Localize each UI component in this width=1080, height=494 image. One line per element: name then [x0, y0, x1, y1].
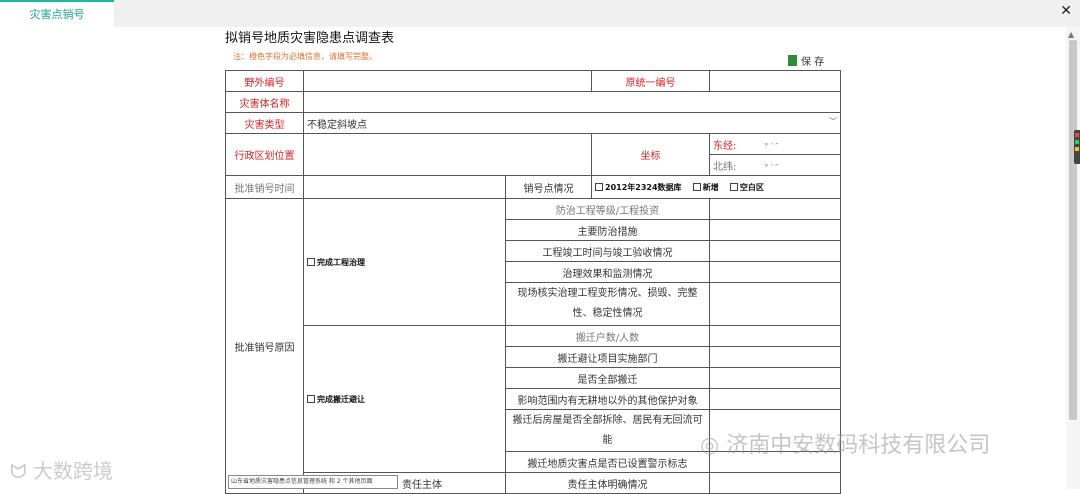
relocation-row-input[interactable]	[709, 472, 841, 494]
cancel-status-label: 销号点情况	[505, 175, 592, 199]
relocation-row-label: 是否全部搬迁	[505, 367, 710, 389]
relocation-row-label: 搬迁地质灾害点是否已设置警示标志	[505, 451, 710, 473]
checkbox-2012-db-label: 2012年2324数据库	[605, 182, 682, 192]
treatment-row-input[interactable]	[709, 198, 841, 220]
hazard-type-select[interactable]: 不稳定斜坡点 ﹀	[303, 112, 841, 134]
unified-no-label: 原统一编号	[591, 70, 710, 92]
taskbar-tooltip: 山东省地质灾害隐患点信息管理系统 和 2 个其他页面	[228, 475, 398, 489]
complete-treatment-label: 完成工程治理	[317, 257, 365, 267]
checkbox-new-label: 新增	[702, 182, 719, 192]
page-title: 拟销号地质灾害隐患点调查表	[225, 31, 395, 46]
checkbox-complete-treatment[interactable]	[307, 257, 315, 266]
relocation-row-input[interactable]	[709, 367, 841, 389]
treatment-row-input[interactable]	[709, 219, 841, 241]
relocation-row-label: 搬迁后房屋是否全部拆除、居民有无回流可能	[505, 409, 710, 452]
east-label: 东经:	[713, 140, 737, 152]
approval-reason-label: 批准销号原因	[225, 198, 304, 494]
field-no-input[interactable]	[303, 70, 592, 92]
north-latitude-field[interactable]: 北纬: ° ′ ″	[709, 154, 841, 176]
checkbox-new[interactable]	[692, 182, 701, 191]
cancel-status-options: 2012年2324数据库 新增 空白区	[591, 175, 841, 199]
hazard-name-label: 灾害体名称	[225, 91, 304, 113]
treatment-row-label: 工程竣工时间与竣工验收情况	[505, 240, 710, 262]
admin-location-label: 行政区划位置	[225, 133, 304, 176]
relocation-row-label: 搬迁户数/人数	[505, 325, 710, 347]
scrollbar-thumb[interactable]	[1069, 40, 1077, 420]
complete-relocation-cell: 完成搬迁避让	[303, 325, 506, 473]
hazard-name-input[interactable]	[303, 91, 841, 113]
brand-logo-icon: ᗢ	[10, 459, 27, 483]
north-dms: ° ′ ″	[764, 162, 779, 172]
side-widget[interactable]	[1074, 130, 1080, 164]
relocation-row-label: 责任主体明确情况	[505, 472, 710, 494]
relocation-row-label: 影响范围内有无耕地以外的其他保护对象	[505, 388, 710, 410]
save-label: 保 存	[801, 57, 825, 68]
save-icon	[788, 55, 797, 66]
relocation-row-input[interactable]	[709, 346, 841, 368]
company-watermark-text: 济南中安数码科技有限公司	[726, 433, 991, 458]
treatment-row-input[interactable]	[709, 282, 841, 326]
checkbox-blank-area-label: 空白区	[739, 182, 764, 192]
brand-watermark: ᗢ 大数跨境	[10, 455, 113, 484]
treatment-row-label: 现场核实治理工程变形情况、损毁、完整性、稳定性情况	[505, 282, 710, 326]
north-label: 北纬:	[713, 161, 737, 173]
scroll-up-icon[interactable]: ▲	[1068, 30, 1074, 39]
tab-bar: 灾害点销号 ✕	[0, 0, 1080, 27]
treatment-row-label: 防治工程等级/工程投资	[505, 198, 710, 220]
brand-watermark-text: 大数跨境	[32, 459, 113, 483]
field-no-label: 野外编号	[225, 70, 304, 92]
approval-time-input[interactable]	[303, 175, 506, 199]
wechat-icon: ◎	[700, 433, 720, 458]
company-watermark: ◎ 济南中安数码科技有限公司	[700, 427, 990, 459]
east-longitude-field[interactable]: 东经: ° ′ ″	[709, 133, 841, 155]
east-dms: ° ′ ″	[764, 141, 779, 151]
checkbox-2012-db[interactable]	[595, 182, 603, 191]
tab-hazard-cancel[interactable]: 灾害点销号	[0, 0, 114, 27]
coordinates-label: 坐标	[591, 133, 710, 176]
hazard-type-value: 不稳定斜坡点	[307, 119, 367, 131]
unified-no-input[interactable]	[709, 70, 841, 92]
relocation-row-input[interactable]	[709, 388, 841, 410]
close-icon[interactable]: ✕	[1060, 3, 1072, 19]
approval-time-label: 批准销号时间	[225, 175, 304, 199]
hazard-type-label: 灾害类型	[225, 112, 304, 134]
treatment-row-label: 治理效果和监测情况	[505, 261, 710, 283]
treatment-row-input[interactable]	[709, 261, 841, 283]
checkbox-blank-area[interactable]	[729, 182, 738, 191]
save-button[interactable]: 保 存	[788, 53, 824, 68]
complete-treatment-cell: 完成工程治理	[303, 198, 506, 326]
required-note: 注：橙色字段为必填信息，请填写完整。	[233, 52, 377, 61]
complete-relocation-label: 完成搬迁避让	[317, 394, 365, 404]
admin-location-input[interactable]	[303, 133, 592, 176]
relocation-row-input[interactable]	[709, 325, 841, 347]
checkbox-complete-relocation[interactable]	[307, 394, 315, 403]
treatment-row-input[interactable]	[709, 240, 841, 262]
relocation-row-label: 搬迁避让项目实施部门	[505, 346, 710, 368]
chevron-down-icon: ﹀	[829, 116, 837, 126]
treatment-row-label: 主要防治措施	[505, 219, 710, 241]
